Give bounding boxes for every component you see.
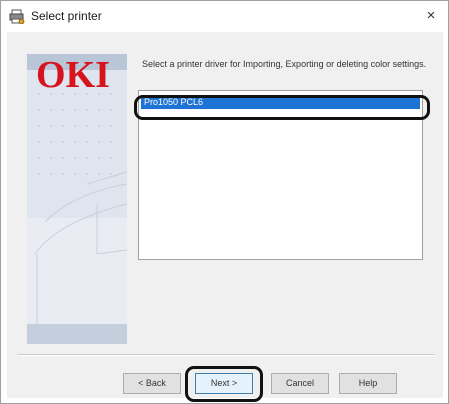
divider	[17, 354, 435, 356]
cancel-button[interactable]: Cancel	[271, 373, 329, 394]
list-item-selected-driver[interactable]: Pro1050 PCL6	[141, 95, 420, 109]
close-icon[interactable]: ×	[420, 6, 442, 26]
svg-text:OKI: OKI	[36, 54, 110, 94]
oki-side-banner: OKI	[27, 54, 127, 344]
next-button[interactable]: Next >	[195, 373, 253, 394]
instruction-text: Select a printer driver for Importing, E…	[142, 59, 427, 69]
title-bar: Select printer ×	[1, 1, 448, 31]
select-printer-dialog: Select printer × OKI Select a printer dr…	[0, 0, 449, 404]
window-title: Select printer	[31, 9, 102, 23]
back-button[interactable]: < Back	[123, 373, 181, 394]
help-button[interactable]: Help	[339, 373, 397, 394]
dialog-body: OKI Select a printer driver for Importin…	[7, 32, 443, 402]
oki-logo: OKI	[36, 54, 110, 94]
printer-driver-list[interactable]: Pro1050 PCL6	[138, 90, 423, 260]
printer-settings-icon	[9, 9, 25, 25]
